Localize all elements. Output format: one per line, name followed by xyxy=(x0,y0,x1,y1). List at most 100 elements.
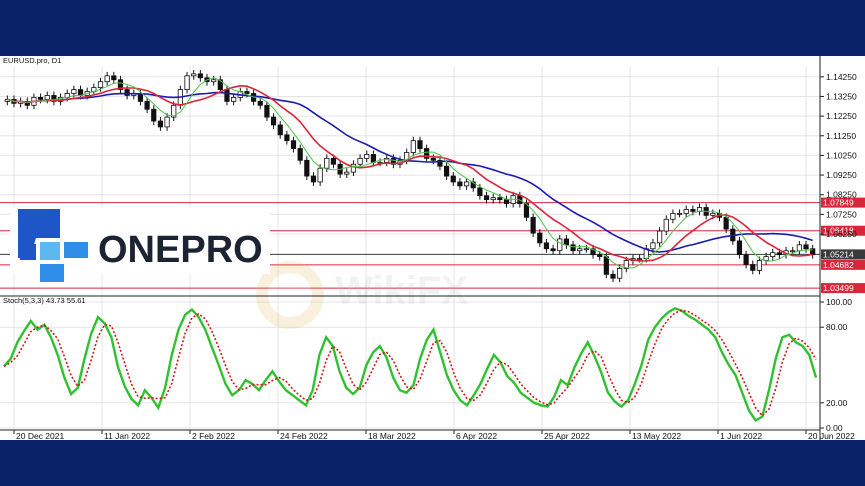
candle-body xyxy=(417,140,423,149)
candle-body xyxy=(583,248,589,251)
candle-body xyxy=(330,157,337,165)
candle-body xyxy=(683,209,689,214)
candle-body xyxy=(617,268,623,279)
candle-body xyxy=(457,181,463,187)
x-tick-label: 24 Feb 2022 xyxy=(280,431,328,440)
candle-body xyxy=(656,230,663,244)
x-tick-label: 25 Apr 2022 xyxy=(544,431,590,440)
candle-body xyxy=(577,248,583,252)
candle-body xyxy=(144,100,150,110)
candle-body xyxy=(710,212,716,216)
candle-body xyxy=(197,73,203,79)
candle-body xyxy=(344,171,350,175)
candle-body xyxy=(370,154,376,163)
candle-body xyxy=(743,254,749,265)
candle-body xyxy=(244,91,250,94)
level-label: 1.04682 xyxy=(823,260,854,270)
x-tick-label: 18 Mar 2022 xyxy=(368,431,416,440)
candle-body xyxy=(503,199,510,204)
candle-body xyxy=(211,79,217,83)
y-tick-label: 1.08250 xyxy=(826,190,857,200)
x-tick-label: 20 Jun 2022 xyxy=(808,431,855,440)
candle-body xyxy=(38,97,44,100)
candle-body xyxy=(357,157,363,165)
candle-body xyxy=(563,238,570,246)
candle-body xyxy=(537,232,543,244)
candle-body xyxy=(723,216,729,230)
x-tick-label: 1 Jun 2022 xyxy=(720,431,762,440)
candle-body xyxy=(111,75,117,81)
bottom-frame xyxy=(0,440,865,486)
candle-body xyxy=(231,97,237,102)
candle-body xyxy=(803,244,809,250)
candle-body xyxy=(270,116,277,126)
candle-body xyxy=(463,181,470,187)
candle-body xyxy=(603,256,609,275)
y-tick-label: 1.07250 xyxy=(826,209,857,219)
stoch-title: Stoch(5,3,3) 43.73 55.61 xyxy=(3,296,86,305)
candle-body xyxy=(670,212,676,220)
candle-body xyxy=(290,140,297,149)
candle-body xyxy=(490,197,496,201)
x-tick-label: 13 May 2022 xyxy=(632,431,681,440)
candle-body xyxy=(663,218,669,232)
candle-body xyxy=(690,209,696,212)
stoch-y-tick-label: 100.00 xyxy=(826,297,852,307)
y-tick-label: 1.12250 xyxy=(826,111,857,121)
watermark-text: WikiFX xyxy=(335,269,468,313)
candle-body xyxy=(264,104,270,118)
y-tick-label: 1.13250 xyxy=(826,91,857,101)
candle-body xyxy=(277,124,283,136)
candle-body xyxy=(750,264,756,271)
candle-body xyxy=(497,197,503,201)
candle-body xyxy=(71,89,77,94)
candle-body xyxy=(310,175,317,183)
candle-body xyxy=(257,100,263,106)
level-label: 1.03499 xyxy=(823,283,854,293)
candle-body xyxy=(164,116,170,128)
candle-body xyxy=(557,238,563,252)
candle-body xyxy=(444,165,450,177)
candle-body xyxy=(97,81,104,89)
candle-body xyxy=(44,95,50,100)
candle-body xyxy=(430,157,436,161)
onepro-logo: ONEPRO xyxy=(10,208,270,282)
top-frame xyxy=(0,0,865,56)
candle-body xyxy=(530,216,536,234)
candle-body xyxy=(184,75,190,90)
candle-body xyxy=(763,256,769,261)
candle-body xyxy=(324,157,330,169)
y-tick-label: 1.10250 xyxy=(826,150,857,160)
candle-body xyxy=(770,252,776,258)
candle-body xyxy=(736,240,743,256)
candle-body xyxy=(650,242,656,250)
main-chart-title: EURUSD.pro, D1 xyxy=(3,56,61,65)
x-tick-label: 2 Feb 2022 xyxy=(192,431,235,440)
candle-body xyxy=(450,175,456,183)
candle-body xyxy=(157,120,164,128)
candle-body xyxy=(570,244,576,252)
stoch-y-tick-label: 80.00 xyxy=(826,322,848,332)
candle-body xyxy=(477,187,483,197)
level-label: 1.05214 xyxy=(823,249,854,259)
candle-body xyxy=(364,154,370,159)
candle-body xyxy=(597,254,603,258)
y-tick-label: 1.11250 xyxy=(826,131,856,141)
candle-body xyxy=(483,195,490,201)
candle-body xyxy=(756,260,763,271)
candle-body xyxy=(284,134,290,142)
candle-body xyxy=(297,148,303,161)
candle-body xyxy=(637,258,643,260)
candle-body xyxy=(304,159,310,177)
candle-body xyxy=(104,75,110,83)
x-tick-label: 6 Apr 2022 xyxy=(456,431,497,440)
y-tick-label: 1.06250 xyxy=(826,229,857,239)
candle-body xyxy=(137,93,144,102)
chart-svg: 1.078491.064181.052141.046821.03499 Wiki… xyxy=(0,56,865,440)
candle-body xyxy=(224,89,230,102)
x-tick-label: 20 Dec 2021 xyxy=(16,431,64,440)
y-tick-label: 1.09250 xyxy=(826,170,857,180)
candle-body xyxy=(410,140,416,153)
candle-body xyxy=(543,242,550,250)
candle-body xyxy=(124,89,130,96)
